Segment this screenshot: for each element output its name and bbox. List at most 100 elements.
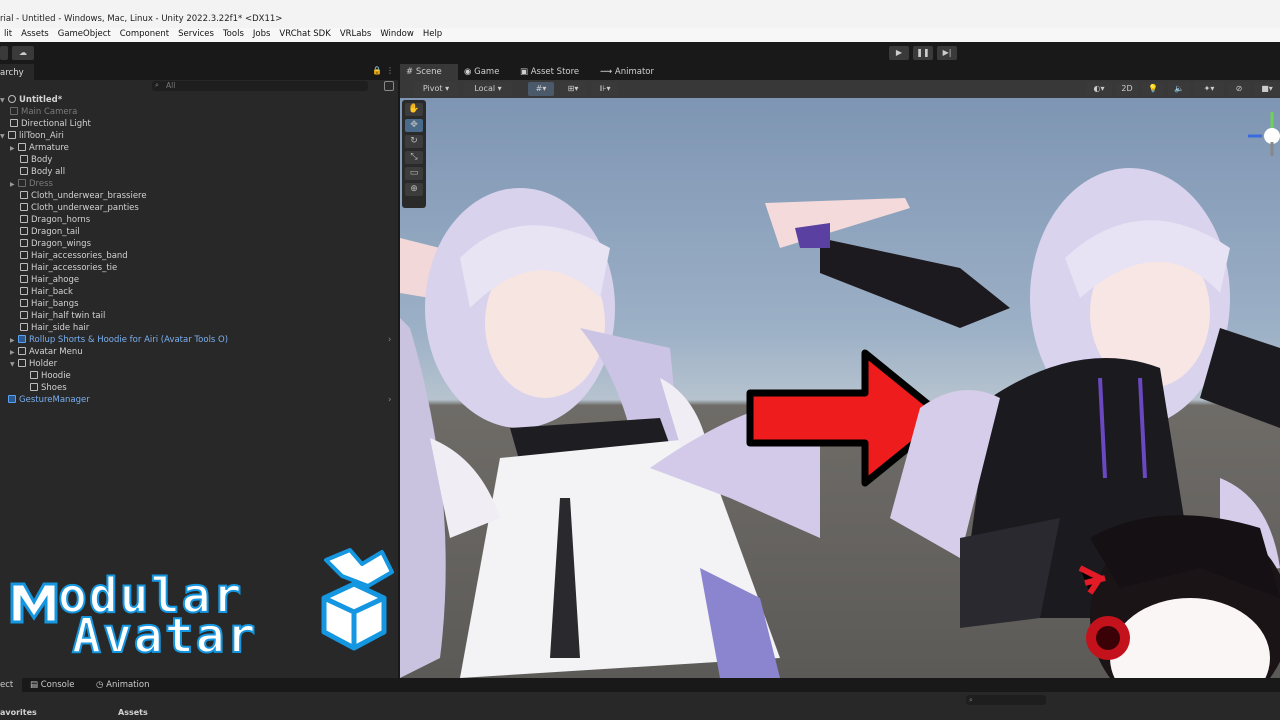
logo-line-2: Avatar — [71, 607, 258, 665]
rotate-tool-icon[interactable]: ↻ — [405, 135, 423, 148]
tab-animator[interactable]: ⟿ Animator — [600, 64, 654, 80]
tab-project[interactable]: ect — [0, 678, 22, 692]
hierarchy-item-hoodie[interactable]: Hoodie — [0, 370, 428, 382]
step-icon[interactable]: ▶| — [937, 46, 957, 60]
menu-assets[interactable]: Assets — [17, 28, 54, 42]
hierarchy-item-brassiere[interactable]: Cloth_underwear_brassiere — [0, 190, 418, 202]
search-icon: ⌕ — [155, 81, 159, 89]
chevron-right-icon[interactable]: › — [388, 334, 391, 346]
grid-snap-icon[interactable]: #▾ — [528, 82, 554, 96]
audio-icon[interactable]: 🔈 — [1168, 82, 1190, 96]
gameobject-icon — [18, 179, 26, 187]
menu-edit[interactable]: lit — [0, 28, 17, 42]
gameobject-icon — [20, 167, 28, 175]
lock-icon[interactable]: 🔒 — [372, 66, 382, 75]
tab-animator-label: Animator — [614, 67, 654, 77]
camera-icon[interactable]: ■▾ — [1254, 82, 1280, 96]
item-label: Dragon_wings — [31, 239, 92, 249]
hierarchy-item-hair-accessories-tie[interactable]: Hair_accessories_tie — [0, 262, 418, 274]
draw-mode-icon[interactable]: ◐▾ — [1086, 82, 1112, 96]
hand-tool-icon[interactable]: ✋ — [405, 103, 423, 116]
cloud-icon[interactable]: ☁ — [12, 46, 34, 60]
tab-scene[interactable]: # Scene — [400, 64, 458, 80]
gameobject-icon — [20, 227, 28, 235]
item-label: Dragon_horns — [31, 215, 91, 225]
item-label: lilToon_Airi — [19, 131, 64, 141]
hierarchy-item-dragon-wings[interactable]: Dragon_wings — [0, 238, 418, 250]
hierarchy-search-input[interactable]: All — [152, 81, 368, 91]
hierarchy-item-dragon-horns[interactable]: Dragon_horns — [0, 214, 418, 226]
prefab-icon — [18, 335, 26, 343]
hierarchy-item-main-camera[interactable]: Main Camera — [0, 106, 408, 118]
hierarchy-item-hair-accessories-band[interactable]: Hair_accessories_band — [0, 250, 418, 262]
account-button[interactable] — [0, 46, 8, 60]
menu-gameobject[interactable]: GameObject — [54, 28, 116, 42]
tab-hierarchy[interactable]: archy — [0, 64, 34, 80]
hierarchy-item-hair-ahoge[interactable]: Hair_ahoge — [0, 274, 418, 286]
local-dropdown[interactable]: Local ▾ — [464, 82, 512, 96]
tab-scene-label: Scene — [415, 67, 442, 77]
lighting-icon[interactable]: 💡 — [1142, 82, 1164, 96]
menu-vrlabs[interactable]: VRLabs — [336, 28, 377, 42]
rect-tool-icon[interactable]: ▭ — [405, 167, 423, 180]
hierarchy-item-dragon-tail[interactable]: Dragon_tail — [0, 226, 418, 238]
tab-asset-store[interactable]: ▣ Asset Store — [520, 64, 579, 80]
chevron-right-icon[interactable]: › — [388, 394, 391, 406]
item-label: Cloth_underwear_panties — [31, 203, 139, 213]
gameobject-icon — [20, 155, 28, 163]
scale-tool-icon[interactable]: ⤡ — [405, 151, 423, 164]
gameobject-icon — [8, 131, 16, 139]
hierarchy-item-armature[interactable]: ▶ Armature — [0, 142, 408, 154]
menu-help[interactable]: Help — [419, 28, 447, 42]
scene-viewport[interactable]: ✋ ✥ ↻ ⤡ ▭ ⊕ — [400, 98, 1280, 678]
incremental-snap-icon[interactable]: ⊪▾ — [592, 82, 618, 96]
gameobject-icon — [20, 239, 28, 247]
hierarchy-item-shoes[interactable]: Shoes — [0, 382, 428, 394]
tab-game[interactable]: ◉ Game — [464, 64, 499, 80]
hierarchy-item-avatar-menu[interactable]: ▶ Avatar Menu — [0, 346, 408, 358]
scene-visibility-icon[interactable] — [384, 81, 394, 91]
hierarchy-item-hair-half-twin-tail[interactable]: Hair_half twin tail — [0, 310, 418, 322]
menu-component[interactable]: Component — [116, 28, 174, 42]
hierarchy-item-directional-light[interactable]: Directional Light — [0, 118, 408, 130]
tab-asset-store-label: Asset Store — [530, 67, 580, 77]
move-tool-icon[interactable]: ✥ — [405, 119, 423, 132]
mode-2d-button[interactable]: 2D — [1116, 82, 1138, 96]
assets-header[interactable]: Assets — [118, 708, 148, 717]
creator-avatar-icon — [1078, 515, 1280, 678]
menu-services[interactable]: Services — [174, 28, 219, 42]
pivot-dropdown[interactable]: Pivot ▾ — [414, 82, 458, 96]
menu-window[interactable]: Window — [376, 28, 419, 42]
hierarchy-item-hair-back[interactable]: Hair_back — [0, 286, 418, 298]
tab-animation[interactable]: ◷ Animation — [96, 678, 149, 692]
hierarchy-item-liltoon-airi[interactable]: ▼ lilToon_Airi — [0, 130, 398, 142]
kebab-menu-icon[interactable]: ⋮ — [386, 66, 394, 75]
hierarchy-item-gesture-manager[interactable]: GestureManager › — [0, 394, 406, 406]
hierarchy-item-holder[interactable]: ▼ Holder — [0, 358, 408, 370]
transform-tool-icon[interactable]: ⊕ — [405, 183, 423, 196]
menu-jobs[interactable]: Jobs — [249, 28, 276, 42]
effects-icon[interactable]: ✦▾ — [1194, 82, 1224, 96]
hierarchy-item-dress[interactable]: ▶ Dress — [0, 178, 408, 190]
hierarchy-item-rollup-shorts-hoodie[interactable]: ▶ Rollup Shorts & Hoodie for Airi (Avatar… — [0, 334, 408, 346]
scene-root-row[interactable]: ▼ Untitled* — [0, 94, 398, 106]
project-search-input[interactable]: ⌕ — [966, 695, 1046, 705]
gameobject-icon — [18, 143, 26, 151]
snap-increment-icon[interactable]: ⊞▾ — [560, 82, 586, 96]
menu-tools[interactable]: Tools — [219, 28, 249, 42]
item-label: Hair_bangs — [31, 299, 79, 309]
play-icon[interactable]: ▶ — [889, 46, 909, 60]
hierarchy-item-panties[interactable]: Cloth_underwear_panties — [0, 202, 418, 214]
favorites-header[interactable]: avorites — [0, 708, 37, 717]
tab-console[interactable]: ▤ Console — [30, 678, 74, 692]
hierarchy-item-hair-bangs[interactable]: Hair_bangs — [0, 298, 418, 310]
hierarchy-item-body[interactable]: Body — [0, 154, 418, 166]
main-toolbar: ☁ ▶ ❚❚ ▶| — [0, 42, 1280, 64]
pause-icon[interactable]: ❚❚ — [913, 46, 933, 60]
item-label: Rollup Shorts & Hoodie for Airi (Avatar … — [29, 335, 229, 345]
menu-vrchat-sdk[interactable]: VRChat SDK — [275, 28, 335, 42]
hierarchy-item-hair-side-hair[interactable]: Hair_side hair — [0, 322, 418, 334]
hierarchy-item-body-all[interactable]: Body all — [0, 166, 418, 178]
hidden-objects-icon[interactable]: ⊘ — [1228, 82, 1250, 96]
item-label: Hair_accessories_band — [31, 251, 128, 261]
